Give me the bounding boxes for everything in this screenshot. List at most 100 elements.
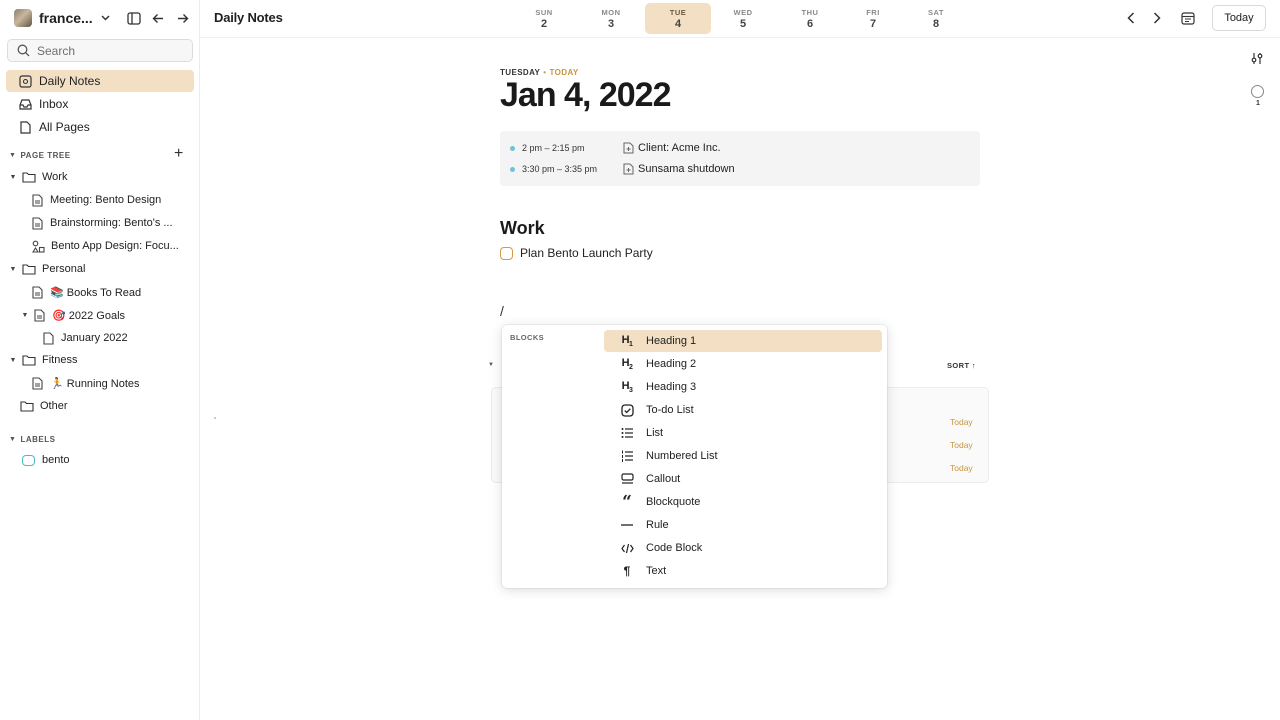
tree-page-item[interactable]: Meeting: Bento Design <box>32 190 161 210</box>
tree-page-item[interactable]: 🏃 Running Notes <box>32 373 140 393</box>
caret-down-icon[interactable]: ▼ <box>8 174 18 181</box>
prev-week-icon[interactable] <box>1121 8 1141 28</box>
nav-inbox[interactable]: Inbox <box>6 93 194 115</box>
workspace-switcher[interactable]: france... <box>14 6 110 30</box>
tree-page-item[interactable]: Bento App Design: Focu... <box>32 236 179 256</box>
nav-inbox-label: Inbox <box>39 97 69 111</box>
menu-item-heading-3[interactable]: H3 Heading 3 <box>604 376 882 398</box>
nav-daily-notes[interactable]: Daily Notes <box>6 70 194 92</box>
menu-item-text[interactable]: ¶ Text <box>604 560 882 582</box>
forward-arrow-icon[interactable] <box>173 8 193 28</box>
caret-down-icon[interactable]: ▼ <box>8 266 18 273</box>
sort-button[interactable]: SORT ↑ <box>947 361 976 370</box>
caret-down-icon: ▼ <box>9 152 17 159</box>
callout-icon <box>618 473 636 485</box>
day-thu[interactable]: THU 6 <box>777 3 843 34</box>
tree-folder-fitness[interactable]: ▼ Fitness <box>8 350 78 370</box>
toggle-sidebar-icon[interactable] <box>124 8 144 28</box>
menu-item-label: Heading 3 <box>646 381 697 393</box>
folder-icon <box>22 264 36 275</box>
tree-page-item[interactable]: 📚 Books To Read <box>32 282 141 302</box>
menu-item-label: Heading 1 <box>646 335 697 347</box>
nav-all-pages[interactable]: All Pages <box>6 116 194 138</box>
menu-item-blockquote[interactable]: “ Blockquote <box>604 491 882 513</box>
date-title: Jan 4, 2022 <box>500 76 671 114</box>
today-label: Today <box>950 463 973 473</box>
tree-folder-work[interactable]: ▼ Work <box>8 167 68 187</box>
todo-item[interactable]: Plan Bento Launch Party <box>500 246 653 260</box>
tree-folder-other[interactable]: Other <box>20 396 68 416</box>
tree-page-item[interactable]: Brainstorming: Bento's ... <box>32 213 173 233</box>
block-menu-popup: BLOCKS H1 Heading 1 H2 Heading 2 H3 Head… <box>502 325 887 588</box>
inbox-icon <box>19 98 32 110</box>
add-note-icon <box>623 163 634 175</box>
day-tue[interactable]: TUE 4 <box>645 3 711 34</box>
menu-item-code-block[interactable]: Code Block <box>604 537 882 559</box>
page-icon <box>32 285 43 299</box>
day-number: 2 <box>540 18 548 30</box>
calendar-events: 2 pm – 2:15 pm Client: Acme Inc. 3:30 pm… <box>500 131 980 186</box>
editor-slash-input[interactable]: / <box>500 303 504 319</box>
label-item-bento[interactable]: bento <box>22 450 70 470</box>
menu-item-label: Code Block <box>646 542 703 554</box>
caret-down-icon[interactable]: ▼ <box>488 362 494 368</box>
resize-handle[interactable] <box>214 417 216 419</box>
page-tree-header[interactable]: ▼ PAGE TREE <box>9 151 71 160</box>
menu-item-label: Rule <box>646 519 669 531</box>
next-week-icon[interactable] <box>1147 8 1167 28</box>
caret-down-icon[interactable]: ▼ <box>8 357 18 364</box>
day-wed[interactable]: WED 5 <box>710 3 776 34</box>
labels-header[interactable]: ▼ LABELS <box>9 435 55 444</box>
tree-folder-label: Fitness <box>42 354 78 366</box>
page-icon <box>43 331 54 345</box>
day-sat[interactable]: SAT 8 <box>903 3 969 34</box>
tree-page-item[interactable]: January 2022 <box>43 328 128 348</box>
calendar-icon[interactable] <box>1178 8 1198 28</box>
menu-item-heading-2[interactable]: H2 Heading 2 <box>604 353 882 375</box>
tree-page-label: January 2022 <box>61 332 128 344</box>
day-sun[interactable]: SUN 2 <box>511 3 577 34</box>
tree-page-label: 🎯 2022 Goals <box>52 309 126 322</box>
menu-item-heading-1[interactable]: H1 Heading 1 <box>604 330 882 352</box>
tree-folder-personal[interactable]: ▼ Personal <box>8 259 86 279</box>
day-name: WED <box>733 8 753 17</box>
day-mon[interactable]: MON 3 <box>578 3 644 34</box>
todo-checkbox[interactable] <box>500 246 513 260</box>
event-row[interactable]: 3:30 pm – 3:35 pm Sunsama shutdown <box>510 163 735 175</box>
add-note-icon <box>623 142 634 154</box>
event-title: Sunsama shutdown <box>623 163 735 175</box>
menu-item-numbered-list[interactable]: Numbered List <box>604 445 882 467</box>
back-arrow-icon[interactable] <box>148 8 168 28</box>
label-tag-icon <box>22 454 35 466</box>
page-icon <box>34 308 45 322</box>
code-icon <box>618 543 636 554</box>
outline-circle-icon[interactable] <box>1251 85 1264 98</box>
menu-item-list[interactable]: List <box>604 422 882 444</box>
folder-icon <box>20 401 34 412</box>
event-dot <box>510 166 515 172</box>
search-input[interactable]: Search <box>7 39 193 62</box>
day-name: SUN <box>535 8 553 17</box>
heading-1-icon: H1 <box>621 333 633 349</box>
tree-folder-label: Personal <box>42 263 86 275</box>
add-page-icon[interactable]: + <box>174 146 183 162</box>
day-number: 3 <box>607 18 615 30</box>
day-fri[interactable]: FRI 7 <box>840 3 906 34</box>
heading-2-icon: H2 <box>621 356 633 372</box>
menu-item-label: List <box>646 427 664 439</box>
menu-item-rule[interactable]: Rule <box>604 514 882 536</box>
workspace-name: france... <box>39 10 93 26</box>
caret-down-icon[interactable]: ▼ <box>20 312 30 319</box>
rule-icon <box>618 523 636 527</box>
menu-item-callout[interactable]: Callout <box>604 468 882 490</box>
todo-text[interactable]: Plan Bento Launch Party <box>520 246 653 260</box>
menu-item-todo-list[interactable]: To-do List <box>604 399 882 421</box>
chevron-down-icon <box>101 15 110 21</box>
today-button[interactable]: Today <box>1212 5 1266 31</box>
tree-folder-label: Other <box>40 400 68 412</box>
sliders-icon[interactable] <box>1251 52 1263 70</box>
event-row[interactable]: 2 pm – 2:15 pm Client: Acme Inc. <box>510 142 721 154</box>
tree-page-label: Brainstorming: Bento's ... <box>50 217 173 229</box>
tree-page-goals[interactable]: ▼ 🎯 2022 Goals <box>20 305 125 325</box>
section-heading: Work <box>500 218 545 238</box>
